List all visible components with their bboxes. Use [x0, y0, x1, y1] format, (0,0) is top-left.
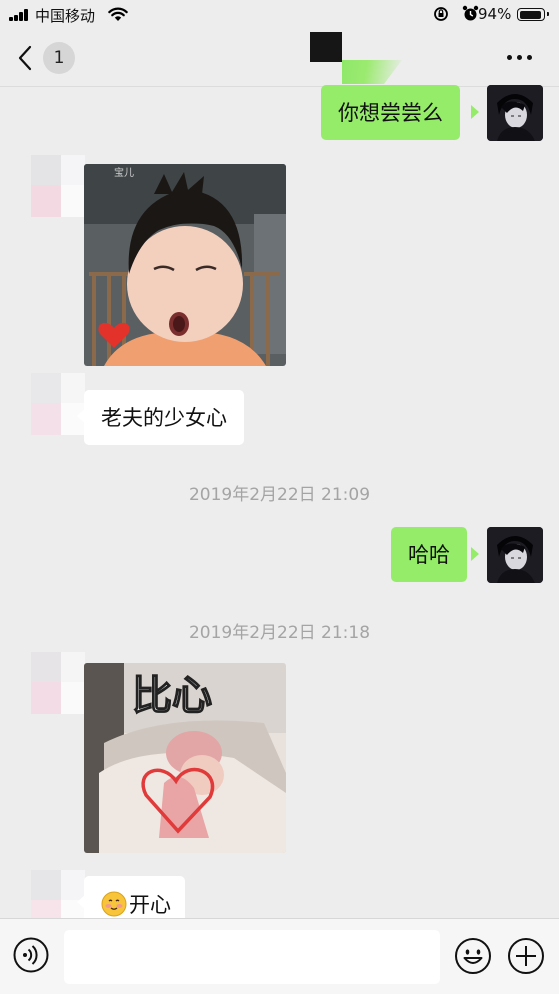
chat-input-bar	[0, 918, 559, 994]
bubble-tail	[471, 105, 479, 119]
alarm-clock-icon	[462, 5, 478, 21]
message-input[interactable]	[64, 930, 440, 984]
my-avatar[interactable]	[487, 85, 543, 141]
contact-avatar-blurred[interactable]	[31, 155, 87, 217]
contact-avatar-blurred[interactable]	[31, 652, 87, 714]
message-text: 哈哈	[408, 543, 450, 567]
smiling-face-emoji-icon	[101, 891, 127, 917]
message-text: 开心	[129, 893, 171, 917]
message-text: 老夫的少女心	[101, 406, 227, 430]
message-timestamp: 2019年2月22日 21:09	[188, 485, 371, 505]
my-avatar[interactable]	[487, 527, 543, 583]
incoming-image-message[interactable]: 比心	[84, 663, 286, 853]
incoming-message-bubble[interactable]: 老夫的少女心	[84, 390, 244, 445]
status-bar: 中国移动 94%	[0, 0, 559, 30]
emoji-button[interactable]	[454, 937, 492, 975]
message-timestamp: 2019年2月22日 21:18	[188, 623, 371, 643]
image-watermark: 宝儿	[114, 166, 134, 179]
rotation-lock-icon	[434, 7, 448, 21]
outgoing-message-bubble[interactable]: 哈哈	[391, 527, 467, 582]
outgoing-message-bubble[interactable]: 你想尝尝么	[321, 85, 460, 140]
more-options-button[interactable]	[507, 52, 535, 62]
contact-avatar-blurred[interactable]	[31, 373, 87, 435]
back-button[interactable]: 1	[18, 42, 78, 74]
incoming-image-message[interactable]: 宝儿	[84, 164, 286, 366]
voice-input-button[interactable]	[13, 937, 49, 973]
carrier-name: 中国移动	[35, 7, 96, 25]
message-text: 你想尝尝么	[338, 101, 443, 125]
battery-icon	[517, 8, 549, 21]
chevron-left-icon	[18, 45, 32, 71]
battery-percentage: 94%	[478, 5, 512, 23]
wifi-icon	[108, 7, 128, 21]
image-caption: 比心	[132, 673, 212, 719]
bubble-tail	[471, 547, 479, 561]
plus-button[interactable]	[507, 937, 545, 975]
chat-header: 1	[0, 30, 559, 87]
unread-count-badge: 1	[43, 42, 75, 74]
cellular-signal-icon	[9, 9, 31, 21]
